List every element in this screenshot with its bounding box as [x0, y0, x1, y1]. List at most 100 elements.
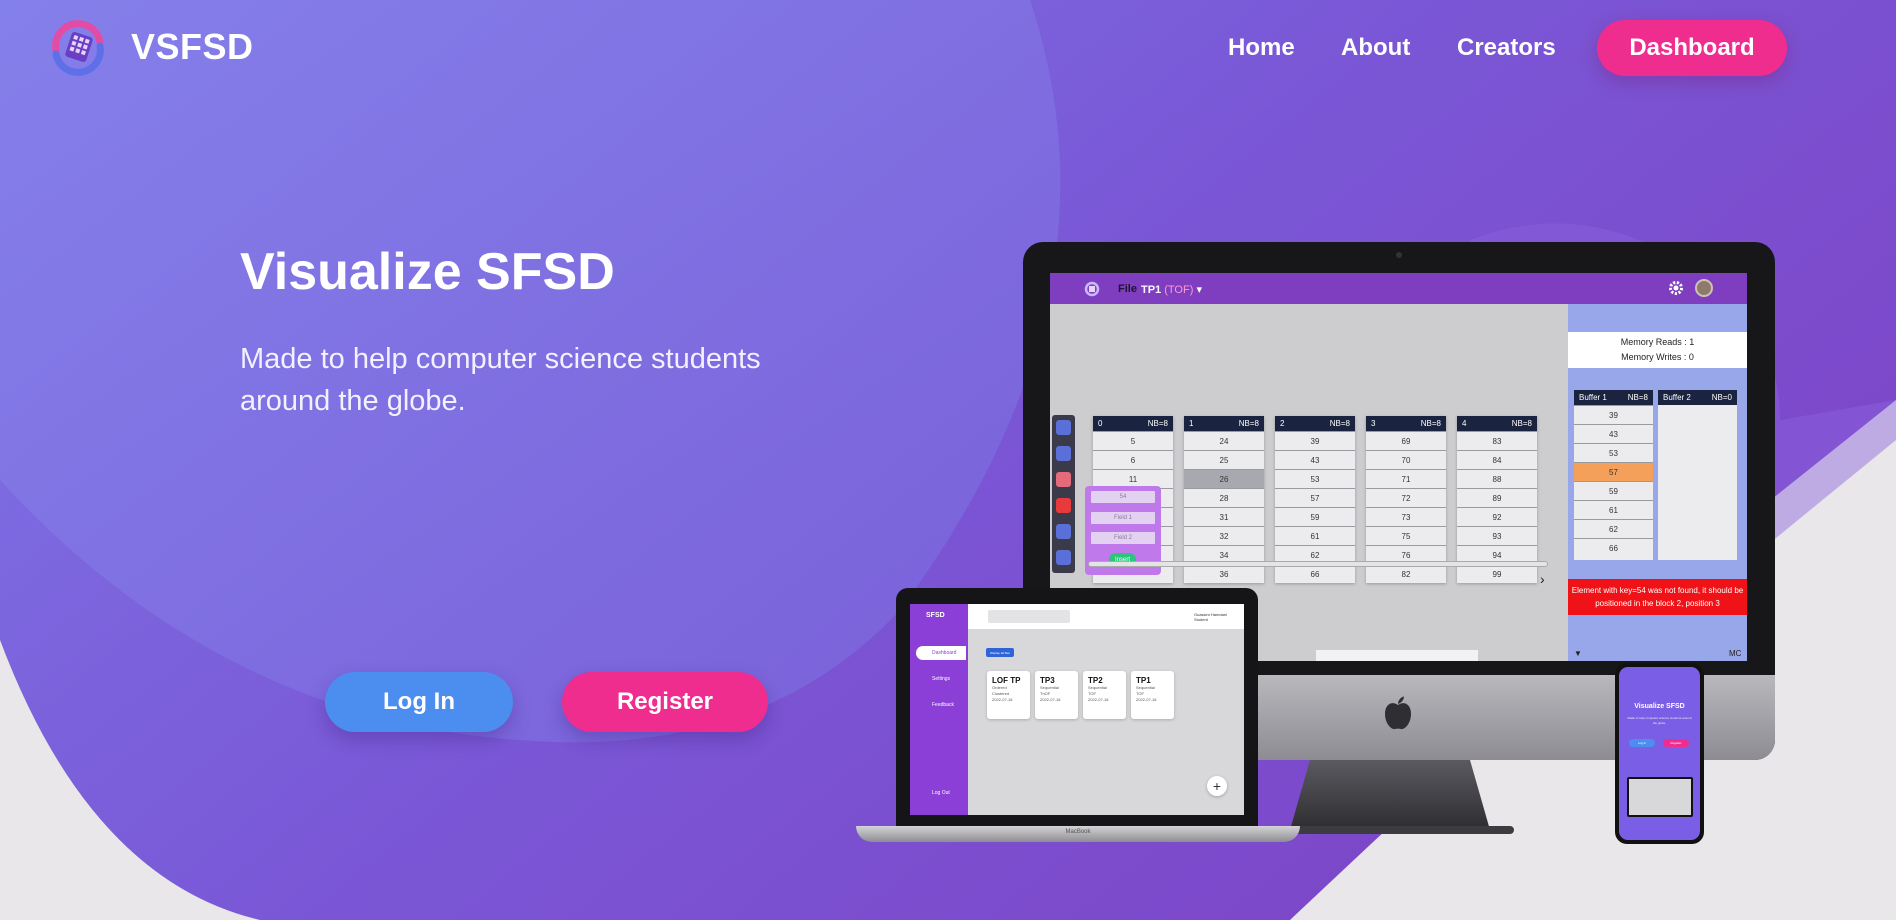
phone-register-button[interactable]: Register [1663, 739, 1689, 747]
search-input[interactable] [988, 610, 1070, 623]
sidebar-item-dashboard[interactable]: Dashboard [916, 646, 966, 660]
buffer-record: 43 [1574, 424, 1653, 443]
block-index: 0 [1098, 419, 1103, 428]
side-footer-label: MC [1729, 649, 1742, 658]
block-nb: NB=8 [1329, 419, 1350, 428]
nav-about-link[interactable]: About [1341, 34, 1410, 62]
field1-input[interactable]: Field 1 [1091, 512, 1155, 524]
avatar[interactable] [1695, 279, 1713, 297]
file-card-title: TP2 [1088, 676, 1103, 685]
block-record[interactable]: 43 [1275, 450, 1355, 469]
file-card-date: 2022-07-16 [992, 697, 1013, 702]
file-card[interactable]: TP1 Sequential TOF 2022-07-16 [1131, 671, 1174, 719]
block-record[interactable]: 39 [1275, 431, 1355, 450]
file-block[interactable]: 2 NB=8 39 43 53 57 59 61 62 66 [1275, 416, 1355, 583]
toolbar [1052, 415, 1075, 573]
block-record[interactable]: 84 [1457, 450, 1537, 469]
block-header: 3 NB=8 [1366, 416, 1446, 431]
app-menubar: File TP1 (TOF) ▾ [1050, 273, 1747, 304]
search-tool-icon[interactable] [1056, 446, 1071, 461]
select-tool-icon[interactable] [1056, 420, 1071, 435]
block-record[interactable]: 31 [1184, 507, 1264, 526]
file-block[interactable]: 4 NB=8 83 84 88 89 92 93 94 99 [1457, 416, 1537, 583]
buffer-1: Buffer 1 NB=8 39 43 53 57 59 61 62 66 [1574, 390, 1653, 560]
macbook-base: MacBook [856, 826, 1300, 842]
macbook-screen: SFSD Dashboard Settings Feedback Log Out… [910, 604, 1244, 815]
block-record[interactable]: 89 [1457, 488, 1537, 507]
block-record[interactable]: 5 [1093, 431, 1173, 450]
block-record[interactable]: 28 [1184, 488, 1264, 507]
block-index: 2 [1280, 419, 1285, 428]
block-record[interactable]: 92 [1457, 507, 1537, 526]
block-record[interactable]: 59 [1275, 507, 1355, 526]
block-record[interactable]: 73 [1366, 507, 1446, 526]
edit-tool-icon[interactable] [1056, 550, 1071, 565]
login-button[interactable]: Log In [325, 672, 513, 732]
block-record[interactable]: 88 [1457, 469, 1537, 488]
camera-dot [1396, 252, 1402, 258]
dashboard-button[interactable]: Dashboard [1597, 20, 1787, 76]
block-record[interactable]: 25 [1184, 450, 1264, 469]
horizontal-scrollbar[interactable] [1088, 561, 1548, 567]
macbook-mockup: SFSD Dashboard Settings Feedback Log Out… [896, 588, 1258, 826]
app-logo-icon [1084, 281, 1100, 297]
macbook-label: MacBook [1065, 829, 1091, 835]
user-role: Student [1194, 617, 1208, 622]
block-record[interactable]: 61 [1275, 526, 1355, 545]
iphone-mockup: Visualize SFSD Made to help computer sci… [1615, 663, 1704, 844]
chevron-right-icon[interactable]: › [1540, 571, 1545, 587]
key-input[interactable]: 54 [1091, 491, 1155, 503]
delete-tool-icon[interactable] [1056, 498, 1071, 513]
block-record[interactable]: 69 [1366, 431, 1446, 450]
erase-tool-icon[interactable] [1056, 472, 1071, 487]
block-record[interactable]: 57 [1275, 488, 1355, 507]
block-index: 3 [1371, 419, 1376, 428]
brand-name[interactable]: VSFSD [131, 26, 254, 68]
block-record[interactable]: 6 [1093, 450, 1173, 469]
file-card[interactable]: TP2 Sequential TOF 2022-07-16 [1083, 671, 1126, 719]
bottom-panel-tab[interactable] [1316, 650, 1478, 661]
buffer-record: 62 [1574, 519, 1653, 538]
block-record[interactable]: 93 [1457, 526, 1537, 545]
memory-stats: Memory Reads : 1 Memory Writes : 0 [1568, 332, 1747, 368]
insert-tool-icon[interactable] [1056, 524, 1071, 539]
block-record[interactable]: 24 [1184, 431, 1264, 450]
field2-input[interactable]: Field 2 [1091, 532, 1155, 544]
block-record[interactable]: 75 [1366, 526, 1446, 545]
plus-icon[interactable]: + [1207, 776, 1227, 796]
block-record[interactable]: 71 [1366, 469, 1446, 488]
file-card[interactable]: TP3 Sequential TnOF 2022-07-16 [1035, 671, 1078, 719]
block-record[interactable]: 83 [1457, 431, 1537, 450]
block-record[interactable]: 70 [1366, 450, 1446, 469]
file-block[interactable]: 1 NB=8 24 25 26 28 31 32 34 36 [1184, 416, 1264, 583]
phone-preview-image [1627, 777, 1693, 817]
chevron-down-icon: ▾ [1196, 284, 1202, 296]
sidebar-item-feedback[interactable]: Feedback [916, 698, 966, 712]
file-block[interactable]: 3 NB=8 69 70 71 72 73 75 76 82 [1366, 416, 1446, 583]
buffer-record: 61 [1574, 500, 1653, 519]
register-button[interactable]: Register [562, 672, 768, 732]
menu-file[interactable]: File [1118, 283, 1137, 295]
file-card[interactable]: LOF TP Ordered Clustered 2022-07-16 [987, 671, 1030, 719]
sidebar-item-settings[interactable]: Settings [916, 672, 966, 686]
side-panel: Memory Reads : 1 Memory Writes : 0 Buffe… [1568, 304, 1747, 661]
display-all-button[interactable]: Display all files [986, 648, 1014, 657]
macbook-topbar: Ouassim Hamdani Student [968, 604, 1244, 629]
phone-title: Visualize SFSD [1634, 703, 1685, 710]
block-record[interactable]: 53 [1275, 469, 1355, 488]
block-record[interactable]: 72 [1366, 488, 1446, 507]
nav-home-link[interactable]: Home [1228, 34, 1295, 62]
logout-button[interactable]: Log Out [916, 786, 966, 800]
logo-icon[interactable] [46, 20, 110, 76]
file-card-date: 2022-07-16 [1040, 697, 1061, 702]
phone-login-button[interactable]: Log In [1629, 739, 1655, 747]
menu-file-select[interactable]: TP1 (TOF) ▾ [1141, 283, 1202, 296]
gear-icon[interactable] [1668, 280, 1684, 296]
user-info[interactable]: Ouassim Hamdani Student [1194, 612, 1227, 622]
block-record[interactable]: 32 [1184, 526, 1264, 545]
chevron-down-icon[interactable]: ▼ [1574, 649, 1582, 658]
nav-creators-link[interactable]: Creators [1457, 34, 1556, 62]
block-header: 0 NB=8 [1093, 416, 1173, 431]
block-record[interactable]: 26 [1184, 469, 1264, 488]
buffer-record: 57 [1574, 462, 1653, 481]
